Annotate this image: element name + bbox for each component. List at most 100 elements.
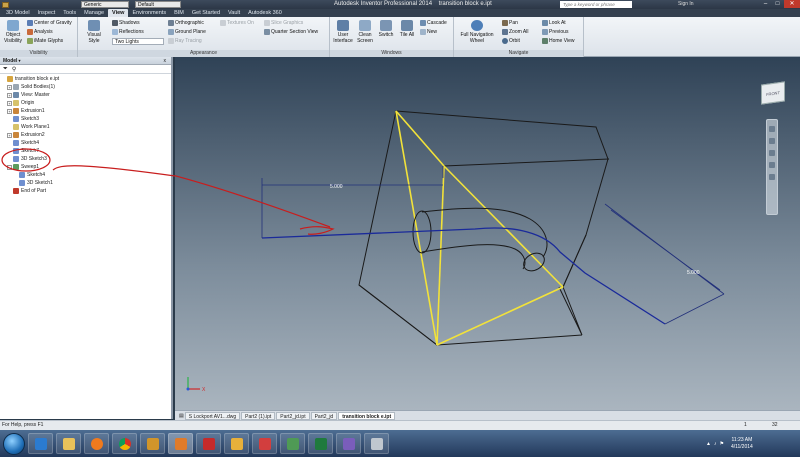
tile-all-button[interactable]: Tile All — [398, 20, 416, 38]
dimension-2-label[interactable]: 5.000 — [687, 270, 700, 276]
lighting-style-dropdown[interactable]: Two Lights — [112, 38, 164, 45]
textures-on-button[interactable]: Textures On — [220, 20, 254, 26]
tree-expander-icon[interactable]: + — [7, 132, 12, 138]
network-icon[interactable]: ▲ — [706, 441, 711, 447]
tree-node[interactable]: Sketch4 — [0, 171, 171, 179]
tree-node[interactable]: + Extrusion2 — [0, 131, 171, 139]
full-navigation-wheel-button[interactable]: Full Navigation Wheel — [457, 20, 497, 44]
ground-plane-button[interactable]: Ground Plane — [168, 29, 206, 35]
tree-node[interactable]: + Solid Bodies(1) — [0, 83, 171, 91]
tree-expander-icon[interactable]: + — [7, 108, 12, 114]
help-search-input[interactable]: Type a keyword or phrase — [560, 1, 632, 8]
flag-icon[interactable]: ⚑ — [719, 441, 723, 447]
tab-environments[interactable]: Environments — [128, 9, 170, 17]
clean-screen-button[interactable]: Clean Screen — [355, 20, 375, 44]
tree-node[interactable]: + View: Master — [0, 91, 171, 99]
tab-list-icon[interactable]: ▤ — [179, 413, 184, 419]
graphics-viewport[interactable]: 5.000 5.000 X FRONT — [175, 57, 800, 410]
zoom-all-button[interactable]: Zoom All — [502, 29, 528, 35]
steering-wheel-icon[interactable] — [769, 126, 775, 132]
tab-manage[interactable]: Manage — [80, 9, 108, 17]
orbit-button[interactable]: Orbit — [502, 38, 520, 44]
look-at-icon[interactable] — [769, 174, 775, 180]
switch-button[interactable]: Switch — [377, 20, 395, 38]
tab-vault[interactable]: Vault — [224, 9, 244, 17]
tree-node[interactable]: Sketch4 — [0, 139, 171, 147]
tree-expander-icon[interactable]: + — [7, 84, 12, 90]
tree-node[interactable]: 3D Sketch1 — [0, 179, 171, 187]
tree-expander-icon[interactable]: + — [7, 100, 12, 106]
tree-node[interactable]: 3D Sketch3 — [0, 155, 171, 163]
taskbar-chrome[interactable] — [112, 433, 137, 454]
taskbar-inventor-1[interactable] — [140, 433, 165, 454]
tree-node[interactable]: transition block e.ipt — [0, 75, 171, 83]
start-button[interactable] — [3, 432, 25, 455]
taskbar-explorer[interactable] — [56, 433, 81, 454]
document-tab[interactable]: Part2_jd.ipt — [276, 411, 310, 420]
previous-view-button[interactable]: Previous — [542, 29, 568, 35]
user-interface-button[interactable]: User Interface — [332, 20, 354, 44]
center-of-gravity-button[interactable]: Center of Gravity — [27, 20, 72, 26]
clock[interactable]: 11:23 AM 4/11/2014 — [731, 437, 753, 451]
pan-button[interactable]: Pan — [502, 20, 518, 26]
taskbar-app-12[interactable] — [336, 433, 361, 454]
quarter-section-view-button[interactable]: Quarter Section View — [264, 29, 318, 35]
shadows-button[interactable]: Shadows — [112, 20, 140, 26]
tree-node[interactable]: Sketch7 — [0, 147, 171, 155]
tree-node[interactable]: - Sweep1 — [0, 163, 171, 171]
appearance-dropdown[interactable]: Generic — [81, 1, 129, 8]
taskbar-ie[interactable] — [28, 433, 53, 454]
document-tab[interactable]: S Lockport AV1...dwg — [184, 411, 241, 420]
slice-graphics-button[interactable]: Slice Graphics — [264, 20, 303, 26]
tree-node[interactable]: Sketch3 — [0, 115, 171, 123]
filter-icon[interactable]: ⏷ — [3, 66, 8, 73]
chevron-down-icon[interactable]: ▾ — [18, 58, 20, 63]
taskbar-app-13[interactable] — [364, 433, 389, 454]
model-canvas[interactable]: 5.000 5.000 X — [175, 57, 800, 410]
taskbar-inventor-2[interactable] — [168, 433, 193, 454]
orbit-icon[interactable] — [769, 162, 775, 168]
ray-tracing-button[interactable]: Ray Tracing — [168, 38, 202, 44]
home-view-button[interactable]: Home View — [542, 38, 574, 44]
browser-title[interactable]: Model — [3, 58, 17, 64]
analysis-button[interactable]: Analysis — [27, 29, 53, 35]
visual-style-button[interactable]: Visual Style — [81, 20, 107, 44]
dimension-1-label[interactable]: 5.000 — [330, 184, 343, 190]
tree-node[interactable]: + Origin — [0, 99, 171, 107]
navigation-bar[interactable] — [766, 119, 778, 215]
tab-view[interactable]: View — [108, 9, 129, 17]
browser-close-button[interactable]: x — [164, 58, 167, 64]
look-at-button[interactable]: Look At — [542, 20, 566, 26]
tree-node[interactable]: Work Plane1 — [0, 123, 171, 131]
sign-in-link[interactable]: Sign In — [678, 1, 694, 7]
binoculars-icon[interactable]: ⚲ — [12, 66, 16, 73]
style-dropdown[interactable]: Default — [135, 1, 181, 8]
taskbar-app-10[interactable] — [280, 433, 305, 454]
new-window-button[interactable]: New — [420, 29, 437, 35]
viewcube[interactable]: FRONT — [761, 81, 785, 105]
minimize-button[interactable]: ‒ — [760, 0, 771, 8]
taskbar-excel[interactable] — [308, 433, 333, 454]
imate-glyphs-button[interactable]: iMate Glyphs — [27, 38, 63, 44]
inventor-app-icon[interactable] — [2, 1, 9, 8]
tree-expander-icon[interactable]: + — [7, 92, 12, 98]
maximize-button[interactable]: □ — [772, 0, 783, 8]
taskbar-media[interactable] — [84, 433, 109, 454]
taskbar-app-9[interactable] — [252, 433, 277, 454]
tree-expander-icon[interactable]: - — [7, 164, 12, 170]
tab-inspect[interactable]: Inspect — [34, 9, 60, 17]
taskbar-outlook[interactable] — [224, 433, 249, 454]
document-tab[interactable]: Part2_jd — [310, 411, 338, 420]
taskbar-autocad[interactable] — [196, 433, 221, 454]
volume-icon[interactable]: ♪ — [714, 441, 717, 447]
tab-tools[interactable]: Tools — [59, 9, 80, 17]
reflections-button[interactable]: Reflections — [112, 29, 144, 35]
tab-3d-model[interactable]: 3D Model — [2, 9, 34, 17]
tab-autodesk-360[interactable]: Autodesk 360 — [244, 9, 286, 17]
tab-get-started[interactable]: Get Started — [188, 9, 224, 17]
object-visibility-button[interactable]: Object Visibility — [2, 20, 24, 44]
tree-node[interactable]: + Extrusion1 — [0, 107, 171, 115]
tree-node[interactable]: End of Part — [0, 187, 171, 195]
cascade-button[interactable]: Cascade — [420, 20, 447, 26]
close-button[interactable]: ✕ — [784, 0, 800, 8]
